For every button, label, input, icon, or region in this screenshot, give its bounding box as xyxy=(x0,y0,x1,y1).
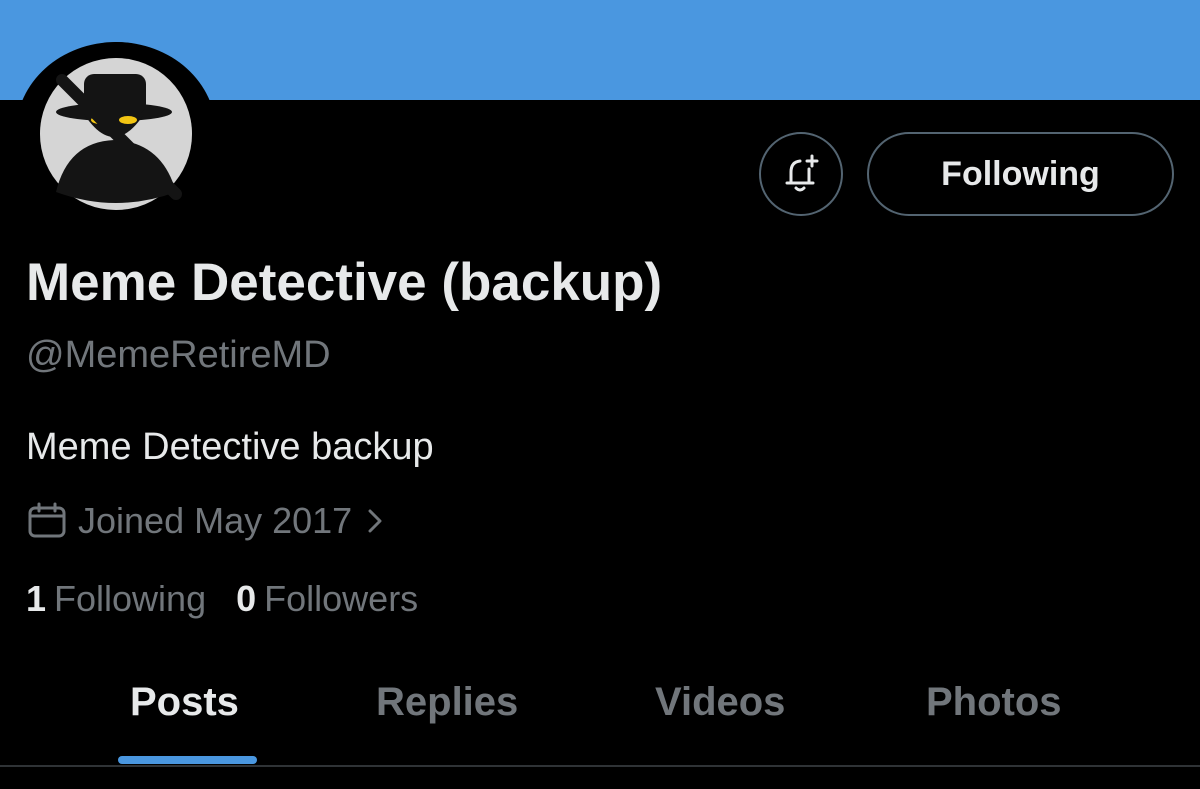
tab-posts[interactable]: Posts xyxy=(130,680,239,725)
joined-date-row[interactable]: Joined May 2017 xyxy=(26,498,384,544)
followers-label: Followers xyxy=(264,578,419,619)
following-button[interactable]: Following xyxy=(867,132,1174,216)
notification-bell-button[interactable] xyxy=(759,132,843,216)
tab-replies[interactable]: Replies xyxy=(376,680,518,725)
following-count: 1 xyxy=(26,578,47,619)
followers-stat-link[interactable]: 0 Followers xyxy=(236,578,418,620)
calendar-icon xyxy=(26,502,68,540)
tabs-divider xyxy=(0,765,1200,767)
profile-bio: Meme Detective backup xyxy=(26,426,434,468)
following-label: Following xyxy=(54,578,207,619)
tab-photos[interactable]: Photos xyxy=(926,680,1062,725)
user-handle: @MemeRetireMD xyxy=(26,334,331,376)
display-name: Meme Detective (backup) xyxy=(26,253,663,312)
followers-count: 0 xyxy=(236,578,257,619)
chevron-right-icon xyxy=(366,507,384,535)
follow-stats: 1 Following 0 Followers xyxy=(26,578,418,620)
active-tab-indicator xyxy=(118,756,257,764)
joined-date-text: Joined May 2017 xyxy=(78,500,353,541)
spy-avatar-icon xyxy=(26,42,206,222)
tab-videos[interactable]: Videos xyxy=(655,680,785,725)
following-stat-link[interactable]: 1 Following xyxy=(26,578,206,620)
bell-plus-icon xyxy=(785,154,819,192)
avatar[interactable] xyxy=(16,42,216,222)
